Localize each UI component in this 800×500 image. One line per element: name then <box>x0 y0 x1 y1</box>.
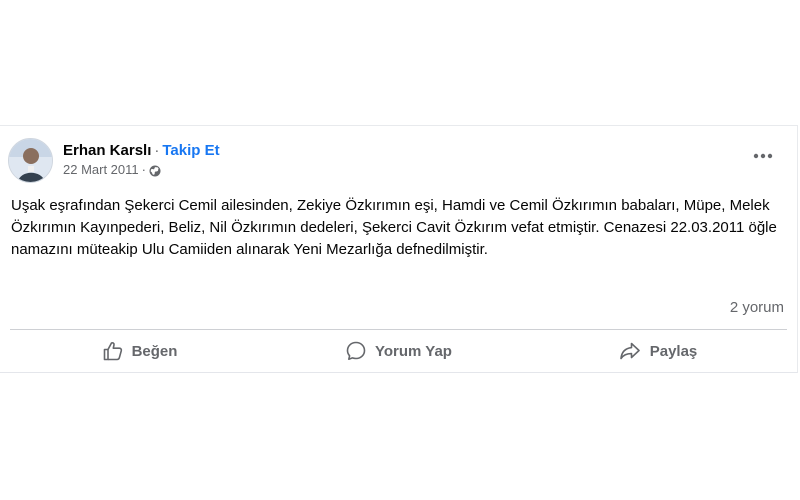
comment-button[interactable]: Yorum Yap <box>269 334 528 368</box>
post-header: Erhan Karslı · Takip Et 22 Mart 2011 · <box>8 136 220 184</box>
name-line: Erhan Karslı · Takip Et <box>63 141 220 161</box>
avatar[interactable] <box>8 137 53 183</box>
like-label: Beğen <box>131 342 178 360</box>
divider <box>10 329 787 330</box>
comment-bubble-icon <box>346 341 366 360</box>
action-bar: Beğen Yorum Yap Paylaş <box>10 334 787 368</box>
comment-label: Yorum Yap <box>375 342 452 360</box>
post-card: Erhan Karslı · Takip Et 22 Mart 2011 · U… <box>0 125 798 373</box>
author-name[interactable]: Erhan Karslı <box>63 142 151 159</box>
more-options-icon <box>753 153 773 159</box>
post-text: Uşak eşrafından Şekerci Cemil ailesinden… <box>11 197 777 258</box>
avatar-image <box>9 138 52 182</box>
globe-icon[interactable] <box>149 164 161 177</box>
share-label: Paylaş <box>649 342 698 360</box>
header-text: Erhan Karslı · Takip Et 22 Mart 2011 · <box>63 141 220 179</box>
share-button[interactable]: Paylaş <box>528 334 787 368</box>
meta-line: 22 Mart 2011 · <box>63 161 220 179</box>
thumbs-up-icon <box>103 342 122 361</box>
more-options-button[interactable] <box>751 148 775 164</box>
name-separator: · <box>154 142 160 159</box>
date-separator: · <box>141 162 146 177</box>
page: Erhan Karslı · Takip Et 22 Mart 2011 · U… <box>0 0 800 500</box>
like-button[interactable]: Beğen <box>10 334 269 368</box>
follow-link[interactable]: Takip Et <box>162 142 219 159</box>
share-arrow-icon <box>619 342 640 360</box>
post-date[interactable]: 22 Mart 2011 <box>63 161 139 179</box>
comment-count[interactable]: 2 yorum <box>730 298 784 318</box>
